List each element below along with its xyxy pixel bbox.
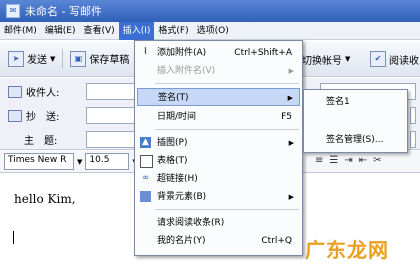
save-draft-label: 保存草稿	[89, 55, 130, 66]
cc-input[interactable]	[86, 107, 138, 124]
indent-icon[interactable]: ⇥	[344, 155, 352, 166]
to-input[interactable]	[86, 83, 138, 100]
toolbar-separator	[62, 48, 64, 69]
send-icon: ➤	[8, 50, 24, 67]
list-icon[interactable]: ☰	[329, 155, 338, 166]
menu-mail[interactable]: 邮件(M)	[0, 22, 41, 40]
background-icon	[140, 191, 151, 202]
menu-separator	[155, 83, 299, 84]
chevron-down-icon[interactable]: ▼	[50, 55, 55, 63]
switch-account-button[interactable]: 切换帐号 ▼	[298, 49, 354, 69]
menu-item-insert-attachment-name[interactable]: 插入附件名(V) ▶	[137, 62, 300, 80]
watermark: 广东龙网	[305, 238, 389, 262]
paperclip-icon: ⌇	[143, 47, 148, 57]
switch-account-label: 切换帐号	[302, 55, 342, 67]
to-row: 收件人:	[8, 84, 59, 99]
menu-item-datetime[interactable]: 日期/时间 F5	[137, 108, 300, 126]
insert-menu: ⌇ 添加附件(A) Ctrl+Shift+A 插入附件名(V) ▶ 签名(T) …	[134, 40, 303, 256]
menu-item-insert-image[interactable]: ▲ 插图(P) ▶	[137, 134, 300, 152]
save-icon: ▣	[70, 50, 87, 67]
menu-format[interactable]: 格式(F)	[154, 22, 192, 40]
to-label: 收件人:	[26, 88, 60, 99]
submenu-item-manage-signatures[interactable]: 签名管理(S)...	[326, 132, 383, 148]
menu-separator	[155, 209, 299, 210]
font-size-select[interactable]: 10.5	[85, 153, 130, 170]
image-icon: ▲	[140, 137, 151, 148]
link-icon: ∞	[141, 173, 150, 183]
chevron-down-icon[interactable]: ▼	[345, 55, 350, 63]
menu-item-signature[interactable]: 签名(T) ▶	[137, 88, 300, 106]
app-icon: ✉	[6, 4, 20, 18]
subject-row: 主 题:	[24, 132, 57, 147]
menu-item-background[interactable]: 背景元素(B) ▶	[137, 188, 300, 206]
signature-submenu: 签名1 签名管理(S)...	[303, 89, 408, 153]
send-label: 发送	[27, 55, 47, 66]
menu-insert[interactable]: 插入(I)	[118, 21, 155, 40]
font-select[interactable]: Times New R	[4, 153, 74, 170]
chevron-right-icon: ▶	[288, 67, 294, 75]
checkmark-icon: ✔	[370, 51, 386, 67]
text-caret	[13, 231, 14, 244]
cc-label: 抄 送:	[26, 112, 60, 123]
table-icon	[140, 155, 153, 168]
subject-input[interactable]	[86, 131, 138, 148]
menu-bar: 邮件(M) 编辑(E) 查看(V) 插入(I) 格式(F) 选项(O)	[0, 21, 420, 40]
menu-view[interactable]: 查看(V)	[80, 22, 119, 40]
chevron-down-icon[interactable]: ▼	[77, 158, 82, 166]
outdent-icon[interactable]: ⇤	[359, 155, 367, 166]
chevron-right-icon: ▶	[287, 94, 293, 102]
cc-input-tail[interactable]	[410, 107, 416, 124]
scissors-icon[interactable]: ✂	[373, 155, 381, 166]
read-receipt-label: 阅读收	[389, 55, 419, 67]
window-title: 未命名 - 写邮件	[25, 5, 102, 18]
chevron-right-icon: ▶	[288, 139, 294, 147]
body-text: hello Kim,	[14, 192, 76, 206]
save-draft-button[interactable]: ▣ 保存草稿	[66, 49, 133, 69]
address-book-icon[interactable]	[8, 85, 22, 98]
cc-row: 抄 送:	[8, 108, 59, 123]
menu-item-hyperlink[interactable]: ∞ 超链接(H)	[137, 170, 300, 188]
menu-item-table[interactable]: 表格(T)	[137, 152, 300, 170]
menu-options[interactable]: 选项(O)	[193, 22, 233, 40]
menu-item-business-card[interactable]: 我的名片(Y) Ctrl+Q	[137, 232, 300, 250]
menu-edit[interactable]: 编辑(E)	[41, 22, 80, 40]
title-bar: ✉ 未命名 - 写邮件	[0, 0, 420, 22]
menu-item-request-receipt[interactable]: 请求阅读收条(R)	[137, 214, 300, 232]
submenu-item-signature1[interactable]: 签名1	[326, 94, 350, 110]
subject-label: 主 题:	[24, 136, 58, 147]
address-book-icon[interactable]	[8, 109, 22, 122]
chevron-right-icon: ▶	[288, 193, 294, 201]
format-tools: ≡ ☰ ⇥ ⇤ ✂	[312, 155, 385, 166]
subject-input-tail[interactable]	[410, 131, 416, 148]
menu-separator	[155, 129, 299, 130]
menu-item-add-attachment[interactable]: ⌇ 添加附件(A) Ctrl+Shift+A	[137, 44, 300, 62]
read-receipt-button[interactable]: ✔ 阅读收	[366, 49, 420, 69]
align-icon[interactable]: ≡	[315, 155, 323, 166]
send-button[interactable]: ➤ 发送 ▼	[4, 49, 59, 69]
